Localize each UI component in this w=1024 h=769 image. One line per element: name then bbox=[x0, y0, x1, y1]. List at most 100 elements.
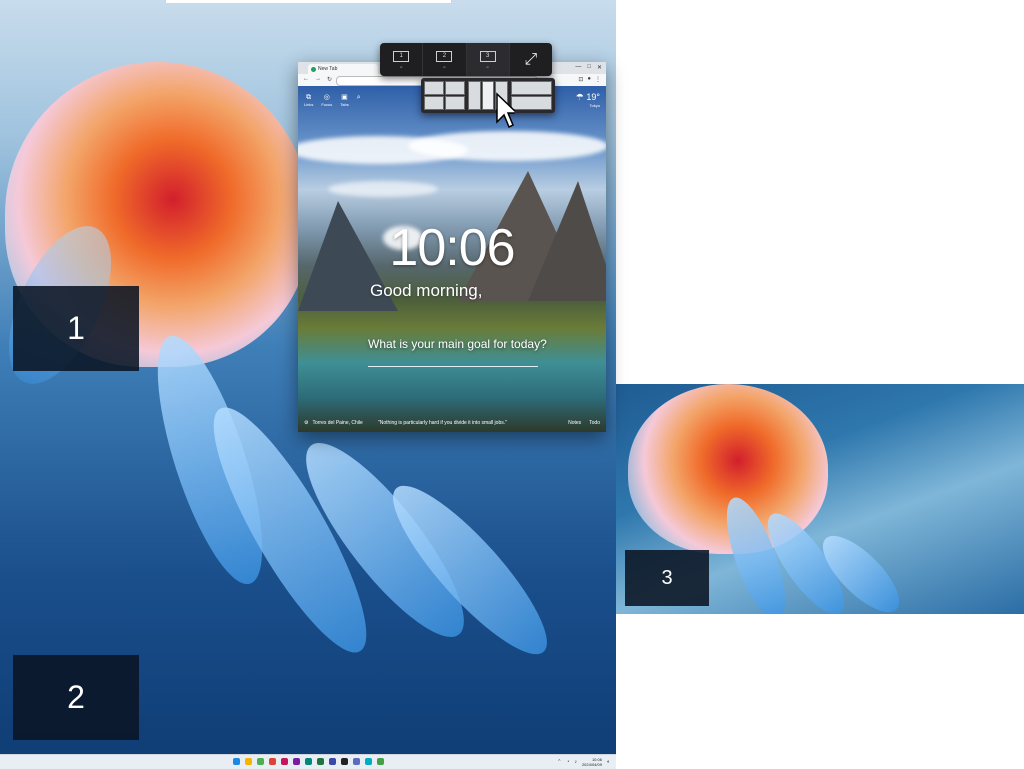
tab-favicon-icon bbox=[311, 66, 316, 72]
profile-icon[interactable]: ● bbox=[587, 76, 591, 83]
move-to-monitor-3-button[interactable]: 3 ⊞ bbox=[466, 43, 510, 76]
search-icon: ⌕ bbox=[356, 94, 361, 101]
search-button[interactable]: ⌕ bbox=[357, 94, 361, 107]
desktop-monitor-3: 3 bbox=[616, 384, 1024, 614]
close-icon[interactable]: ✕ bbox=[597, 64, 602, 71]
layout-grid-2x2[interactable] bbox=[424, 81, 465, 110]
maximize-icon[interactable]: □ bbox=[587, 64, 591, 71]
layout-cell[interactable] bbox=[424, 96, 444, 110]
monitor-number: 1 bbox=[67, 310, 85, 346]
chevron-up-icon[interactable]: ⌃ bbox=[557, 759, 561, 765]
monitor-sub-label: ⊞ bbox=[443, 64, 446, 69]
window-controls: — □ ✕ bbox=[575, 64, 602, 71]
window-edge-strip bbox=[165, 0, 452, 4]
taskbar-date: 2024/04/09 bbox=[581, 762, 602, 767]
focus-input[interactable] bbox=[368, 366, 538, 367]
focus-question: What is your main goal for today? bbox=[368, 337, 547, 351]
layout-cell[interactable] bbox=[444, 81, 465, 95]
minimize-icon[interactable]: — bbox=[575, 64, 581, 71]
layout-cell[interactable] bbox=[424, 81, 444, 95]
layout-cell[interactable] bbox=[467, 81, 481, 110]
monitor-sub-label: ⊞ bbox=[399, 64, 403, 69]
browser-tab[interactable]: New Tab bbox=[308, 64, 378, 74]
taskbar-app-icon[interactable] bbox=[317, 758, 324, 765]
monitor-icon: 3 bbox=[479, 50, 496, 62]
greeting-text: Good morning, bbox=[370, 281, 483, 300]
taskbar-app-icon[interactable] bbox=[269, 758, 276, 765]
extensions-icon[interactable]: ⊡ bbox=[578, 76, 583, 83]
maximize-button[interactable]: ⤢ bbox=[510, 43, 552, 76]
taskbar-app-icon[interactable] bbox=[377, 758, 384, 765]
browser-toolbar: ⊡ ● ⋮ bbox=[578, 76, 601, 83]
monitor-icon: 2 bbox=[436, 50, 453, 62]
cloud-rain-icon: ☂ bbox=[575, 92, 584, 102]
scenery-cloud bbox=[408, 131, 606, 161]
snap-layout-picker bbox=[421, 78, 555, 113]
forward-icon[interactable]: → bbox=[315, 76, 321, 83]
shortcut-tabs-button[interactable]: ▣ Tabs bbox=[340, 94, 348, 107]
monitor-identifier-2: 2 bbox=[13, 655, 139, 740]
layout-cell-hovered[interactable] bbox=[481, 81, 495, 110]
weather-temp: 19° bbox=[586, 92, 600, 102]
monitor-chooser: 1 ⊞ 2 ⊞ 3 ⊞ ⤢ bbox=[380, 43, 552, 76]
browser-window[interactable]: New Tab — □ ✕ ← → ↻ ⊡ ● ⋮ ⧉ Links ◎ Focu… bbox=[298, 62, 606, 432]
taskbar-app-icon[interactable] bbox=[329, 758, 336, 765]
taskbar-app-icon[interactable] bbox=[365, 758, 372, 765]
settings-icon[interactable]: ⚙ bbox=[304, 420, 308, 426]
focus-icon: ◎ bbox=[323, 94, 330, 101]
mouse-cursor-icon bbox=[496, 92, 515, 129]
weather-widget[interactable]: ☂ 19° Tokyo bbox=[576, 92, 600, 108]
new-tab-page: ⧉ Links ◎ Focus ▣ Tabs ⌕ ☂ 19° Tokyo 10:… bbox=[298, 86, 606, 432]
shortcut-label: Links bbox=[304, 102, 314, 107]
start-icon[interactable] bbox=[233, 758, 240, 765]
move-to-monitor-1-button[interactable]: 1 ⊞ bbox=[380, 43, 424, 76]
taskbar-clock[interactable]: 10:06 2024/04/09 bbox=[582, 757, 602, 767]
shortcut-focus-button[interactable]: ◎ Focus bbox=[321, 94, 332, 107]
taskbar-app-icon[interactable] bbox=[281, 758, 288, 765]
shortcut-links: ⧉ Links ◎ Focus ▣ Tabs ⌕ bbox=[304, 94, 361, 107]
taskbar-app-icon[interactable] bbox=[305, 758, 312, 765]
footer-links: Notes Todo bbox=[568, 420, 600, 426]
tabs-icon: ▣ bbox=[341, 94, 348, 101]
shortcut-label: Tabs bbox=[340, 102, 349, 107]
quote-text: "Nothing is particularly hard if you div… bbox=[378, 420, 507, 426]
monitor-icon: 1 bbox=[393, 50, 410, 62]
system-tray: ⌃ ◔ ♪ 10:06 2024/04/09 ◐ bbox=[557, 757, 610, 767]
shortcut-links-button[interactable]: ⧉ Links bbox=[304, 94, 313, 107]
monitor-sub-label: ⊞ bbox=[486, 64, 489, 69]
taskbar: ⌃ ◔ ♪ 10:06 2024/04/09 ◐ bbox=[0, 754, 616, 769]
taskbar-apps bbox=[233, 758, 384, 765]
layout-cell[interactable] bbox=[511, 81, 553, 95]
volume-icon[interactable]: ♪ bbox=[574, 759, 577, 765]
todo-link[interactable]: Todo bbox=[589, 420, 600, 426]
menu-icon[interactable]: ⋮ bbox=[595, 76, 601, 83]
back-icon[interactable]: ← bbox=[303, 76, 309, 83]
taskbar-app-icon[interactable] bbox=[293, 758, 300, 765]
tab-title: New Tab bbox=[318, 66, 338, 72]
location-text: Torres del Paine, Chile bbox=[312, 420, 363, 426]
taskbar-app-icon[interactable] bbox=[257, 758, 264, 765]
notes-link[interactable]: Notes bbox=[568, 420, 581, 426]
nav-buttons: ← → ↻ bbox=[303, 76, 332, 83]
weather-city: Tokyo bbox=[589, 103, 600, 108]
page-footer: ⚙ Torres del Paine, Chile "Nothing is pa… bbox=[298, 418, 606, 430]
move-to-monitor-2-button[interactable]: 2 ⊞ bbox=[423, 43, 467, 76]
monitor-identifier-1: 1 bbox=[13, 286, 139, 371]
taskbar-app-icon[interactable] bbox=[353, 758, 360, 765]
layout-cell[interactable] bbox=[444, 96, 465, 110]
wifi-icon[interactable]: ◔ bbox=[566, 759, 569, 765]
scenery-cloud bbox=[328, 181, 438, 197]
taskbar-app-icon[interactable] bbox=[341, 758, 348, 765]
monitor-number: 3 bbox=[661, 566, 673, 589]
monitor-number: 2 bbox=[67, 679, 85, 715]
shortcut-label: Focus bbox=[321, 102, 333, 107]
layout-two-rows[interactable] bbox=[511, 81, 553, 110]
link-icon: ⧉ bbox=[306, 94, 312, 101]
taskbar-app-icon[interactable] bbox=[245, 758, 252, 765]
maximize-arrows-icon: ⤢ bbox=[524, 50, 538, 68]
reload-icon[interactable]: ↻ bbox=[327, 76, 332, 83]
notification-icon[interactable]: ◐ bbox=[607, 759, 610, 765]
layout-cell[interactable] bbox=[511, 96, 553, 110]
photo-location[interactable]: ⚙ Torres del Paine, Chile bbox=[304, 420, 363, 426]
clock-display: 10:06 bbox=[389, 219, 515, 277]
